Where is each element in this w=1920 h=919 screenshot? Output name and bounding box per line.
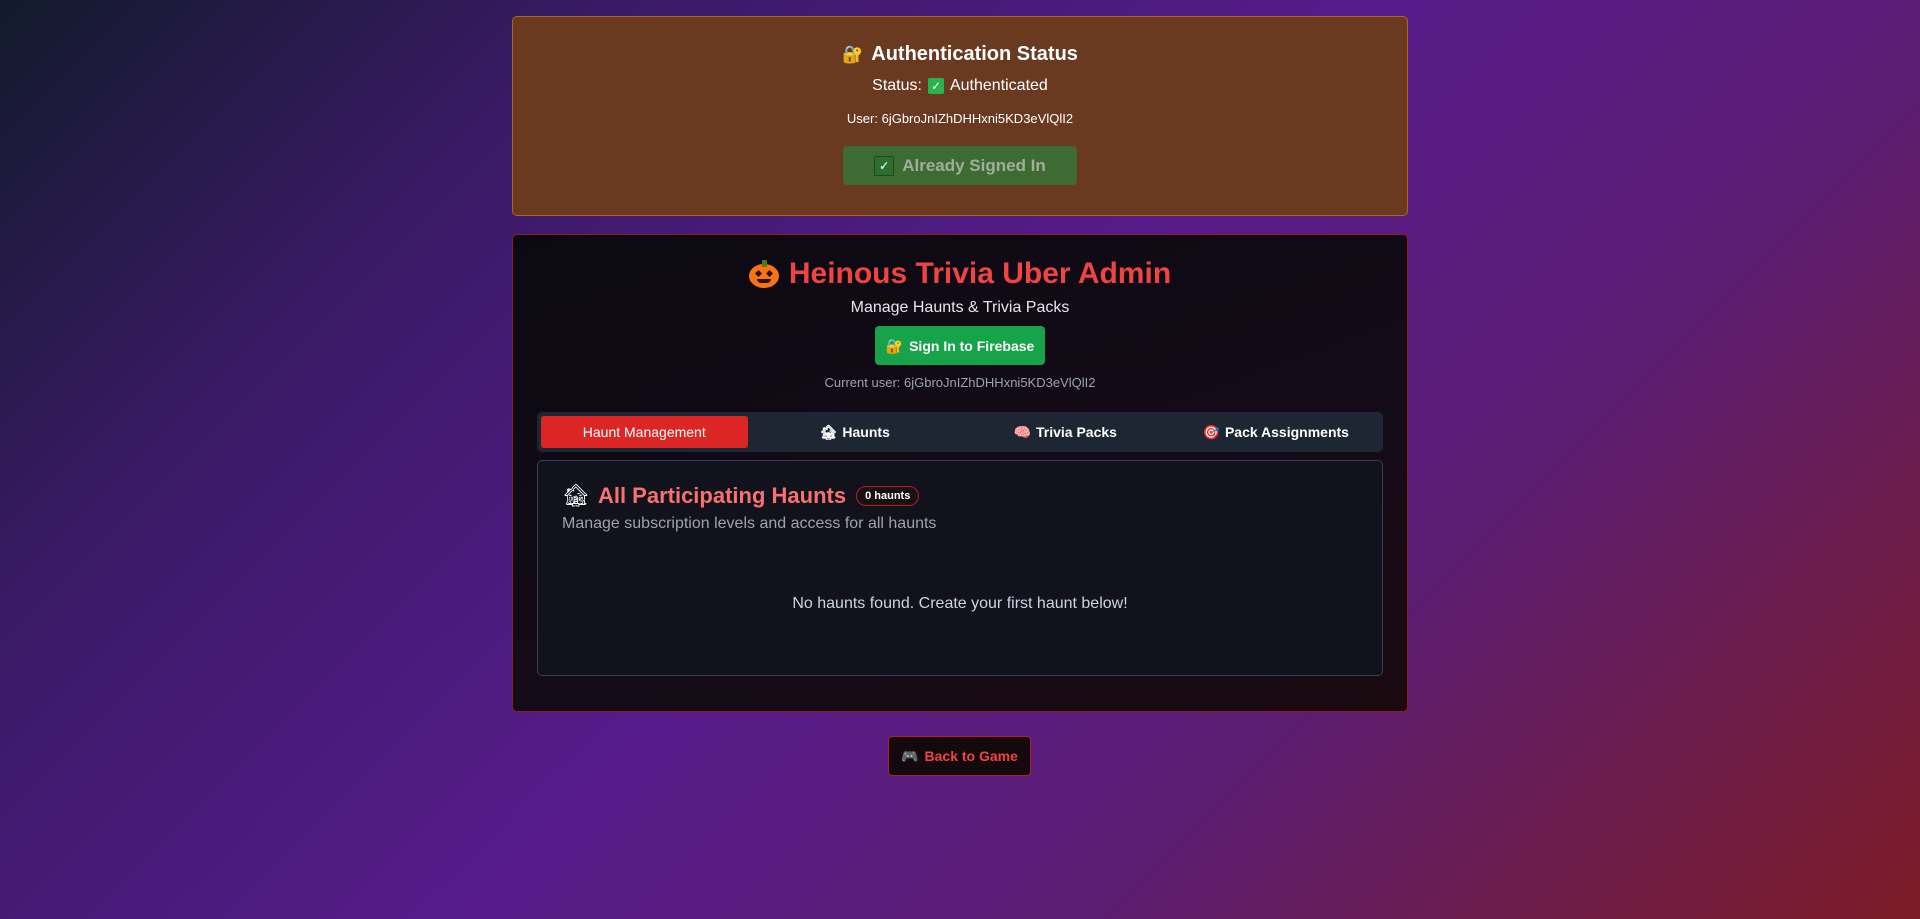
tab-label: Haunt Management [582, 424, 706, 440]
haunts-panel: 🏚 All Participating Haunts 0 haunts Mana… [537, 460, 1383, 676]
lock-icon: 🔐 [842, 45, 864, 64]
auth-user-id: User: 6jGbroJnIZhDHHxni5KD3eVlQlI2 [846, 111, 1074, 126]
tab-trivia-packs[interactable]: 🧠 Trivia Packs [962, 416, 1169, 448]
check-icon: ✓ [927, 78, 944, 94]
panel-description: Manage subscription levels and access fo… [562, 515, 937, 532]
house-icon: 🏚 [819, 424, 838, 440]
empty-state-message: No haunts found. Create your first haunt… [792, 595, 1128, 612]
tab-haunt-management[interactable]: Haunt Management [541, 416, 748, 448]
status-label: Status: [872, 77, 922, 94]
current-user: Current user: 6jGbroJnIZhDHHxni5KD3eVlQl… [824, 375, 1096, 390]
page-subtitle: Manage Haunts & Trivia Packs [850, 299, 1070, 316]
sign-in-firebase-button[interactable]: 🔐 Sign In to Firebase [875, 326, 1045, 365]
panel-title: All Participating Haunts [597, 483, 847, 508]
page-title: Heinous Trivia Uber Admin [788, 257, 1172, 290]
pumpkin-icon [748, 260, 779, 288]
auth-status-card: 🔐 Authentication Status Status: ✓ Authen… [512, 16, 1408, 216]
auth-title-row: 🔐 Authentication Status [513, 43, 1407, 66]
back-to-game-label: Back to Game [924, 748, 1018, 764]
auth-status-row: Status: ✓ Authenticated [513, 77, 1407, 95]
panel-header: 🏚 All Participating Haunts 0 haunts [562, 483, 1358, 509]
admin-title-row: Heinous Trivia Uber Admin [513, 257, 1407, 291]
sign-in-firebase-label: Sign In to Firebase [909, 337, 1035, 354]
back-to-game-button[interactable]: 🎮 Back to Game [888, 736, 1031, 776]
haunt-count-badge: 0 haunts [856, 486, 920, 506]
brain-icon: 🧠 [1013, 424, 1031, 440]
tab-pack-assignments[interactable]: 🎯 Pack Assignments [1173, 416, 1380, 448]
status-value: Authenticated [949, 77, 1048, 94]
lock-icon: 🔐 [885, 337, 904, 354]
target-icon: 🎯 [1202, 424, 1220, 440]
gamepad-icon: 🎮 [901, 748, 919, 764]
tab-bar: Haunt Management 🏚 Haunts 🧠 Trivia Packs… [537, 412, 1383, 452]
already-signed-in-button[interactable]: ✓ Already Signed In [843, 146, 1077, 185]
tab-label: Trivia Packs [1035, 424, 1117, 440]
auth-title: Authentication Status [871, 43, 1078, 65]
check-icon: ✓ [874, 155, 895, 176]
tab-haunts[interactable]: 🏚 Haunts [752, 416, 959, 448]
already-signed-in-label: Already Signed In [902, 155, 1046, 175]
tab-label: Pack Assignments [1224, 424, 1349, 440]
tab-label: Haunts [842, 424, 890, 440]
admin-card: Heinous Trivia Uber Admin Manage Haunts … [512, 234, 1408, 712]
house-icon: 🏚 [562, 483, 590, 508]
